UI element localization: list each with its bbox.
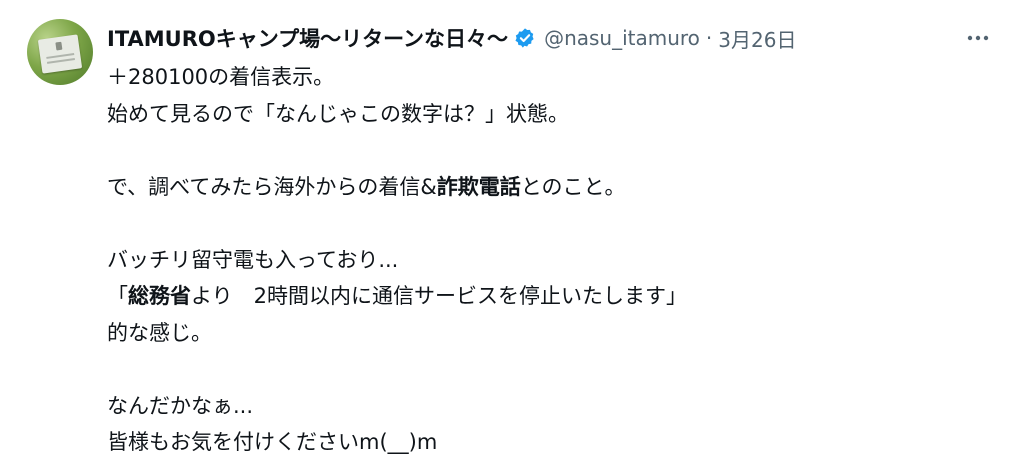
text-segment: 的な感じ。 — [107, 320, 212, 345]
text-segment: 皆様もお気を付けくださいm(__)m — [107, 430, 438, 454]
text-segment: とのこと。 — [520, 174, 626, 199]
handle[interactable]: @nasu_itamuro — [544, 26, 700, 50]
tweet-header: ITAMUROキャンプ場〜リターンな日々〜 @nasu_itamuro · 3月… — [107, 23, 796, 53]
text-segment: ＋280100の着信表示。 — [107, 65, 335, 89]
text-segment: 「 — [107, 284, 128, 308]
tweet-line: 「総務省より 2時間以内に通信サービスを停止いたします」 — [107, 278, 687, 315]
text-segment: より 2時間以内に通信サービスを停止いたします」 — [191, 284, 687, 308]
tweet-text: ＋280100の着信表示。 始めて見るので「なんじゃこの数字は？」状態。 で、調… — [107, 59, 687, 461]
tweet-line: ＋280100の着信表示。 — [107, 59, 687, 96]
tweet-line: バッチリ留守電も入っており... — [107, 242, 687, 279]
timestamp[interactable]: 3月26日 — [718, 24, 796, 53]
text-segment: バッチリ留守電も入っており... — [107, 247, 399, 272]
bold-text: 詐欺電話 — [436, 174, 521, 199]
avatar-sign — [37, 34, 83, 74]
tweet-line: 始めて見るので「なんじゃこの数字は？」状態。 — [107, 96, 687, 133]
verified-badge-icon — [514, 27, 536, 49]
tweet-line: 的な感じ。 — [107, 315, 687, 352]
separator: · — [705, 26, 713, 50]
tweet-line: で、調べてみたら海外からの着信&詐欺電話とのこと。 — [107, 169, 687, 206]
text-segment: なんだかなぁ... — [107, 393, 254, 418]
avatar[interactable] — [27, 19, 93, 85]
text-segment: 始めて見るので「なんじゃこの数字は？」状態。 — [107, 101, 569, 126]
text-segment: で、調べてみたら海外からの着信& — [107, 174, 437, 199]
more-horizontal-icon[interactable] — [963, 25, 993, 51]
display-name[interactable]: ITAMUROキャンプ場〜リターンな日々〜 — [107, 23, 508, 53]
bold-text: 総務省 — [128, 284, 191, 308]
tweet-line: なんだかなぁ... — [107, 388, 687, 425]
tweet-line: 皆様もお気を付けくださいm(__)m — [107, 424, 687, 461]
